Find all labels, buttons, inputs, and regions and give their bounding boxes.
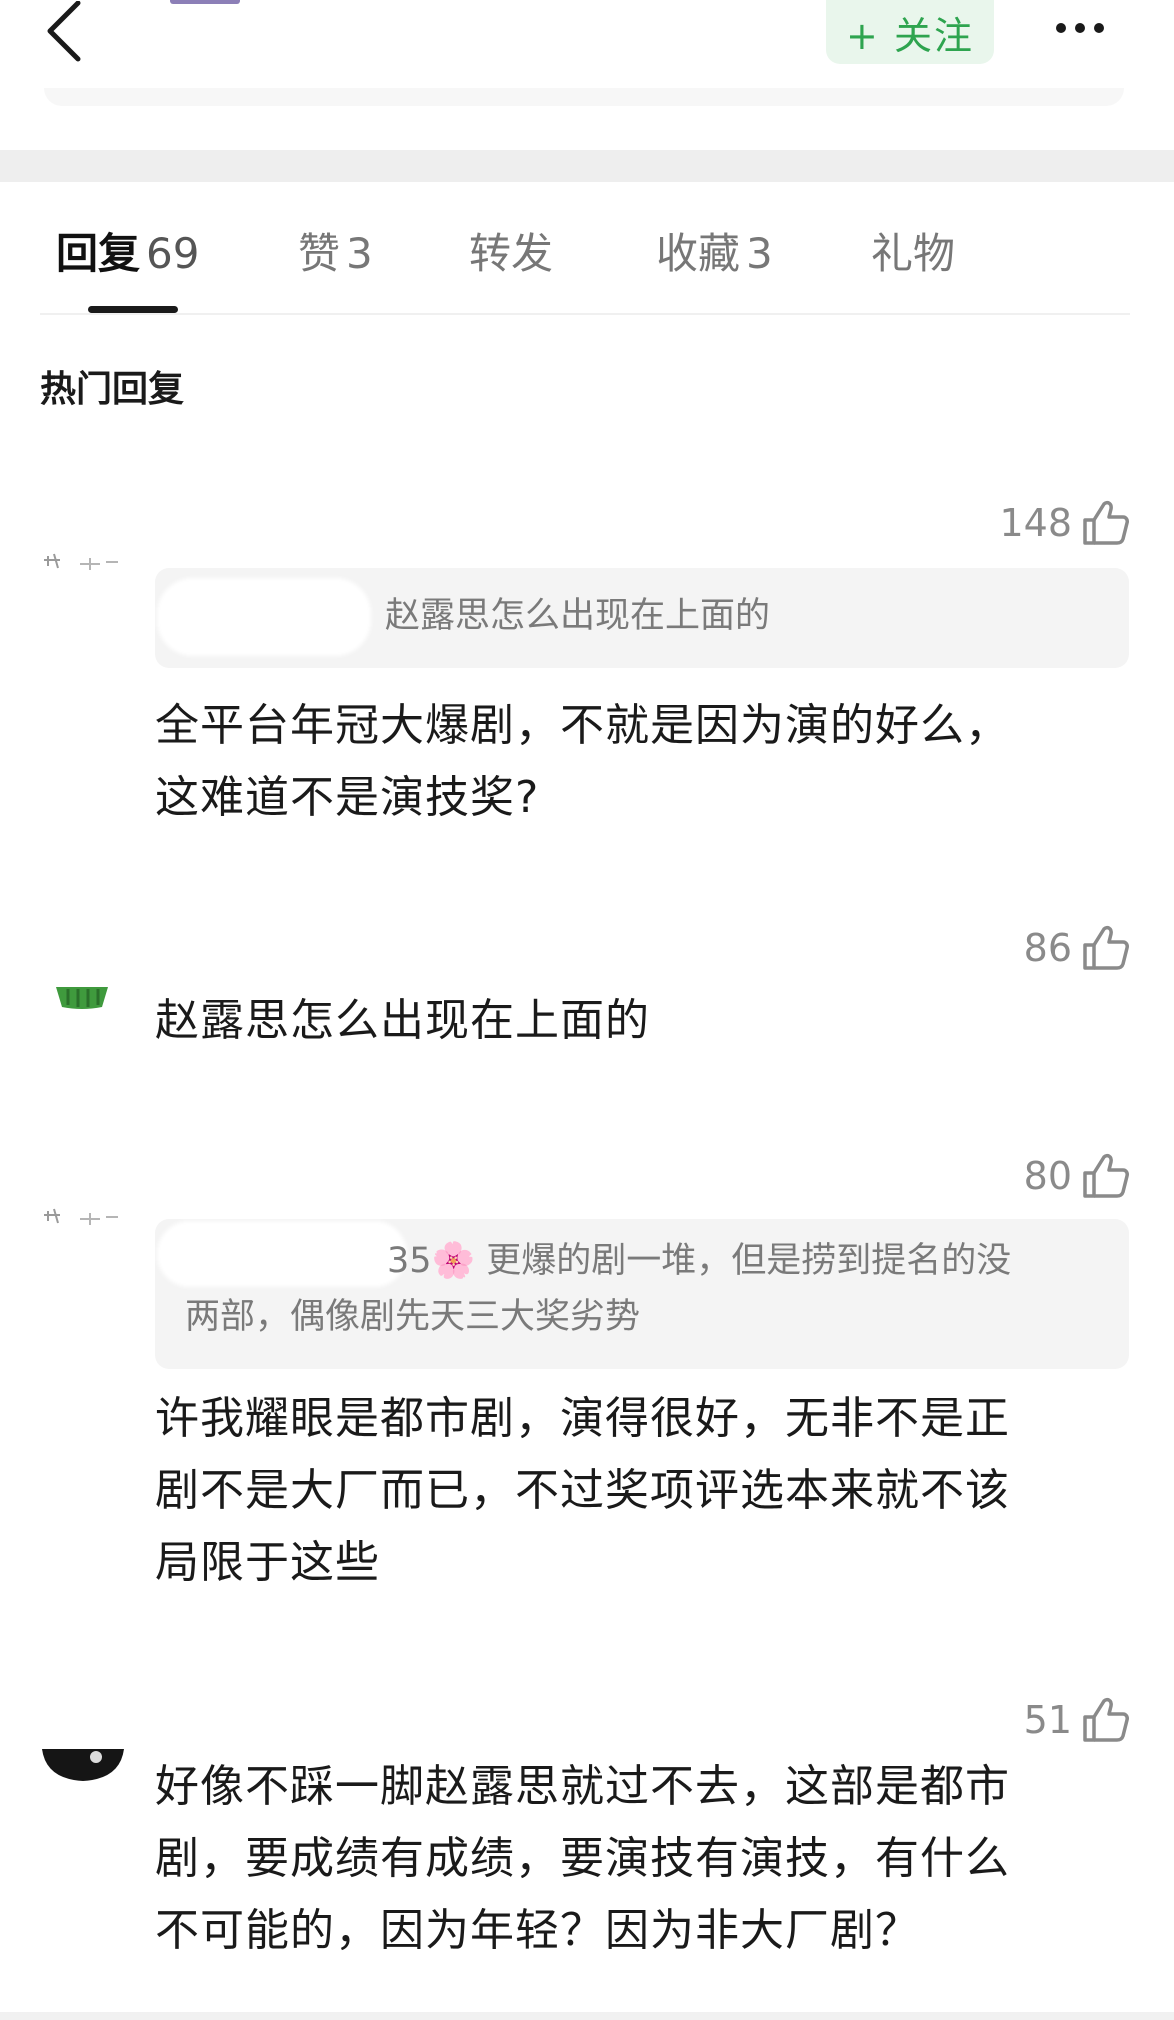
commenter-avatar[interactable] bbox=[40, 985, 124, 1015]
comment-text: 赵露思怎么出现在上面的 bbox=[155, 985, 1115, 1057]
top-bar: + 关注 bbox=[0, 0, 1174, 150]
comment-line: 全平台年冠大爆剧，不就是因为演的好么， bbox=[155, 700, 1010, 751]
author-avatar[interactable] bbox=[170, 0, 240, 4]
comment-line: 好像不踩一脚赵露思就过不去，这部是都市 bbox=[155, 1761, 1010, 1812]
comment-line: 剧，要成绩有成绩，要演技有演技，有什么 bbox=[155, 1833, 1010, 1884]
commenter-avatar[interactable] bbox=[40, 1749, 126, 1787]
back-button[interactable] bbox=[34, 0, 94, 64]
comment-text: 好像不踩一脚赵露思就过不去，这部是都市 剧，要成绩有成绩，要演技有演技，有什么 … bbox=[155, 1751, 1115, 1967]
tab-label: 收藏 bbox=[656, 229, 741, 278]
comment-line: 赵露思怎么出现在上面的 bbox=[155, 995, 650, 1046]
more-options-button[interactable] bbox=[1040, 6, 1120, 50]
quoted-reply[interactable]: 35🌸 更爆的剧一堆，但是捞到提名的没 两部，偶像剧先天三大奖劣势 bbox=[155, 1219, 1129, 1369]
tab-label: 礼物 bbox=[871, 229, 956, 278]
thumbs-up-icon bbox=[1083, 925, 1129, 970]
tab-count: 3 bbox=[746, 229, 773, 278]
comment-line: 这难道不是演技奖? bbox=[155, 772, 540, 823]
divider bbox=[40, 313, 1130, 315]
like-count: 148 bbox=[999, 501, 1072, 545]
tab-reposts[interactable]: 转发 bbox=[469, 220, 553, 281]
tab-label: 转发 bbox=[469, 229, 554, 278]
like-count: 51 bbox=[1023, 1698, 1072, 1742]
active-tab-indicator bbox=[88, 306, 178, 313]
comment-text: 许我耀眼是都市剧，演得很好，无非不是正 剧不是大厂而已，不过奖项评选本来就不该 … bbox=[155, 1383, 1115, 1599]
commenter-avatar[interactable] bbox=[40, 1203, 124, 1237]
tab-label: 回复 bbox=[56, 229, 141, 278]
redacted-username bbox=[157, 1221, 407, 1287]
tab-favorites[interactable]: 收藏 3 bbox=[656, 220, 773, 281]
like-count: 80 bbox=[1023, 1154, 1072, 1198]
thumbs-up-icon bbox=[1083, 1153, 1129, 1198]
dot-icon bbox=[1094, 23, 1104, 33]
tab-count: 3 bbox=[346, 229, 373, 278]
bottom-edge bbox=[0, 2012, 1174, 2020]
tab-label: 赞 bbox=[298, 229, 341, 278]
comment-line: 不可能的，因为年轻？因为非大厂剧？ bbox=[155, 1905, 920, 1956]
like-button[interactable]: 51 bbox=[1024, 1697, 1130, 1743]
tab-replies[interactable]: 回复 69 bbox=[56, 220, 199, 281]
commenter-avatar[interactable] bbox=[40, 548, 124, 582]
comment-line: 局限于这些 bbox=[155, 1537, 380, 1588]
dot-icon bbox=[1075, 23, 1085, 33]
comment-line: 许我耀眼是都市剧，演得很好，无非不是正 bbox=[155, 1393, 1010, 1444]
like-button[interactable]: 148 bbox=[999, 500, 1130, 546]
follow-button[interactable]: + 关注 bbox=[826, 0, 994, 64]
like-button[interactable]: 86 bbox=[1024, 925, 1130, 971]
thumbs-up-icon bbox=[1083, 1697, 1129, 1742]
tab-bar: 回复 69 赞3 转发 收藏 3 礼物 bbox=[0, 182, 1174, 315]
chevron-left-icon bbox=[47, 1, 81, 62]
post-card-edge bbox=[44, 88, 1124, 106]
comment-line: 剧不是大厂而已，不过奖项评选本来就不该 bbox=[155, 1465, 1010, 1516]
dot-icon bbox=[1056, 23, 1066, 33]
quoted-text: 两部，偶像剧先天三大奖劣势 bbox=[185, 1297, 641, 1337]
tab-likes[interactable]: 赞3 bbox=[298, 220, 373, 281]
thumbs-up-icon bbox=[1083, 500, 1129, 545]
quoted-text: 赵露思怎么出现在上面的 bbox=[385, 596, 771, 636]
redacted-username bbox=[157, 578, 371, 656]
comment-text: 全平台年冠大爆剧，不就是因为演的好么， 这难道不是演技奖? bbox=[155, 690, 1115, 834]
tab-gifts[interactable]: 礼物 bbox=[871, 220, 955, 281]
section-separator bbox=[0, 150, 1174, 182]
quoted-reply[interactable]: 赵露思怎么出现在上面的 bbox=[155, 568, 1129, 668]
like-count: 86 bbox=[1023, 926, 1072, 970]
quoted-text: 35🌸 更爆的剧一堆，但是捞到提名的没 bbox=[387, 1241, 1012, 1281]
section-title: 热门回复 bbox=[40, 369, 185, 410]
like-button[interactable]: 80 bbox=[1024, 1153, 1130, 1199]
tab-count: 69 bbox=[146, 229, 200, 278]
